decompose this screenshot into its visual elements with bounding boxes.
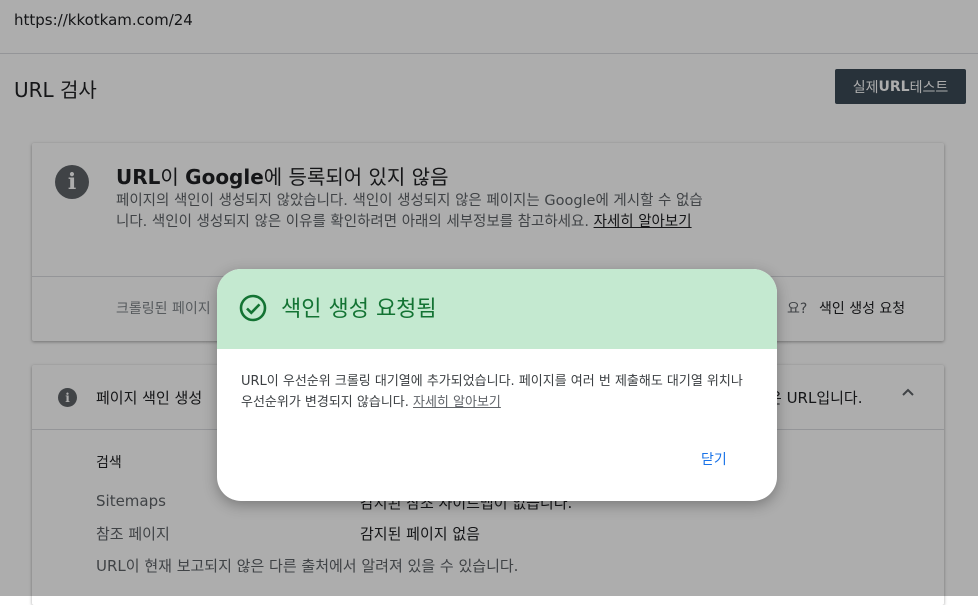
dialog-body: URL이 우선순위 크롤링 대기열에 추가되었습니다. 페이지를 여러 번 제출… — [241, 371, 753, 413]
check-circle-icon — [239, 294, 267, 322]
dialog-learn-more-link[interactable]: 자세히 알아보기 — [413, 395, 501, 410]
close-button[interactable]: 닫기 — [695, 447, 733, 471]
dialog-title: 색인 생성 요청됨 — [281, 297, 437, 322]
indexing-requested-dialog: 색인 생성 요청됨 URL이 우선순위 크롤링 대기열에 추가되었습니다. 페이… — [217, 269, 777, 501]
dialog-header: 색인 생성 요청됨 — [217, 269, 777, 349]
